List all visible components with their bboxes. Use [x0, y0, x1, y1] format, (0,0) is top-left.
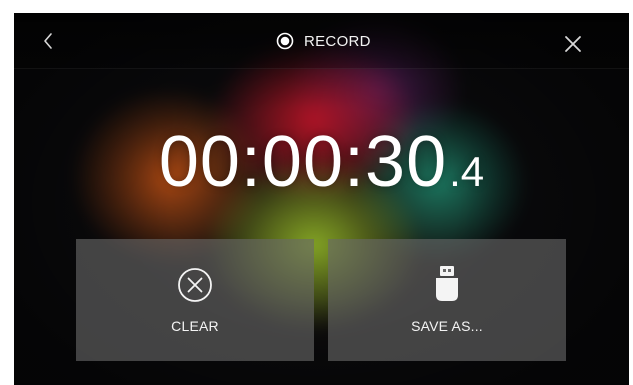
- chevron-left-icon: [44, 33, 52, 49]
- back-button[interactable]: [36, 27, 62, 57]
- elapsed-timer: 00:00:30.4: [14, 121, 629, 203]
- clear-button[interactable]: CLEAR: [76, 239, 314, 361]
- timer-fraction: .4: [449, 148, 485, 195]
- close-button[interactable]: [560, 31, 586, 57]
- clear-circle-x-icon: [178, 268, 212, 302]
- screen-title: RECORD: [276, 30, 371, 52]
- screen-title-label: RECORD: [304, 32, 371, 50]
- timer-main: 00:00:30: [158, 122, 448, 202]
- recorder-screen: RECORD 00:00:30.4 CLEAR SAVE AS...: [14, 13, 629, 385]
- usb-drive-icon: [436, 266, 458, 301]
- save-as-button[interactable]: SAVE AS...: [328, 239, 566, 361]
- record-icon: [276, 32, 294, 50]
- clear-button-label: CLEAR: [171, 318, 219, 334]
- close-icon: [565, 36, 581, 52]
- top-bar: RECORD: [14, 13, 629, 69]
- save-as-button-label: SAVE AS...: [411, 318, 483, 334]
